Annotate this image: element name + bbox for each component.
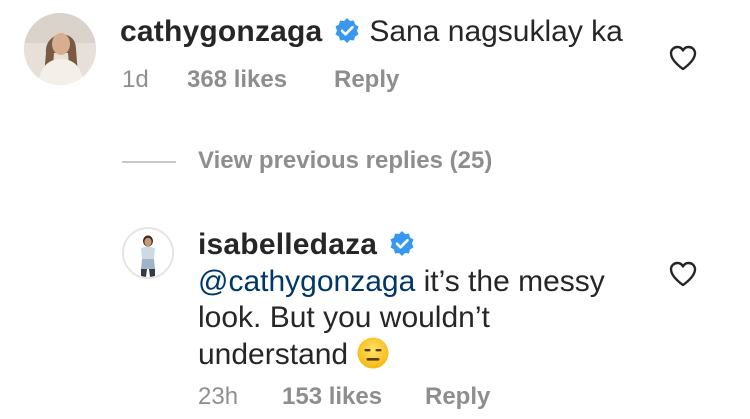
comment-2-likes[interactable]: 153 likes <box>282 383 382 411</box>
verified-badge-icon <box>388 230 416 258</box>
expressionless-face-emoji <box>356 336 390 370</box>
comment-2-reply-button[interactable]: Reply <box>425 383 490 411</box>
username[interactable]: isabelledaza <box>198 228 377 261</box>
comment-text: Sana nagsuklay ka <box>369 15 623 48</box>
avatar-image <box>24 13 96 85</box>
comment-2-line-3: understand <box>198 336 605 373</box>
avatar-image <box>124 229 172 277</box>
heart-outline-icon[interactable] <box>668 44 698 72</box>
comment-1-time: 1d <box>122 66 149 93</box>
replies-divider <box>122 161 176 163</box>
avatar-isabelledaza[interactable] <box>122 227 174 279</box>
comment-2-line-1: @cathygonzaga it’s the messy <box>198 264 605 300</box>
avatar-cathygonzaga[interactable] <box>24 13 96 85</box>
comment-2-line-3-text: understand <box>198 338 349 371</box>
verified-badge-icon <box>333 17 361 45</box>
heart-outline-icon[interactable] <box>668 260 698 288</box>
comment-1-likes[interactable]: 368 likes <box>187 66 287 94</box>
comment-1-reply-button[interactable]: Reply <box>334 66 399 94</box>
view-previous-replies-button[interactable]: View previous replies (25) <box>198 147 492 175</box>
username[interactable]: cathygonzaga <box>120 15 322 48</box>
comment-2-line-1-text: it’s the messy <box>415 265 605 298</box>
comment-2-time: 23h <box>198 383 239 410</box>
comment-1-header: cathygonzaga Sana nagsuklay ka <box>120 14 623 50</box>
comment-2-text: @cathygonzaga it’s the messy look. But y… <box>198 264 605 373</box>
comment-2-header: isabelledaza <box>198 228 416 262</box>
comment-2-line-2: look. But you wouldn’t <box>198 301 490 334</box>
mention-link[interactable]: @cathygonzaga <box>198 265 415 298</box>
